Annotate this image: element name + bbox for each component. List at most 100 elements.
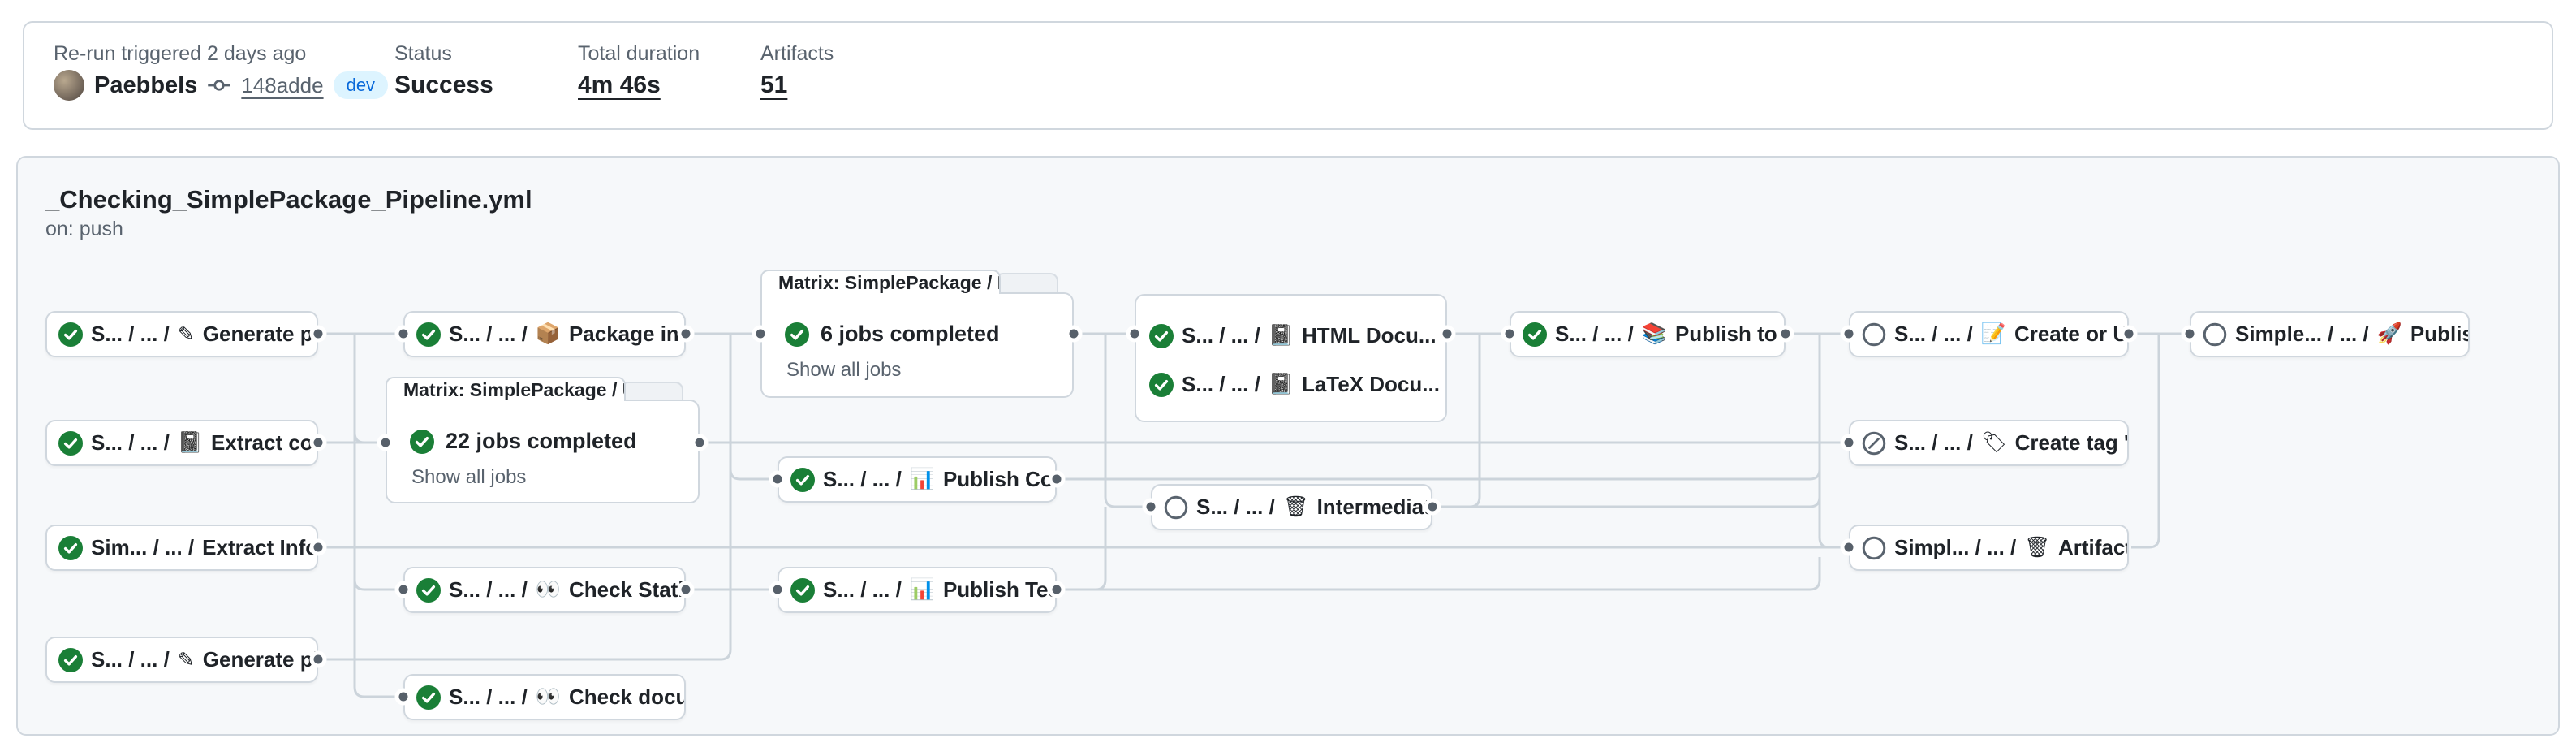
job-node-publish-test-results[interactable]: S... / ... / 📊 Publish Test Re... 14s [778, 567, 1057, 613]
job-node-check-documentation[interactable]: S... / ... / 👀 Check docume... 11s [403, 674, 686, 720]
notebook-icon: 📓 [1269, 373, 1294, 396]
package-icon: 📦 [536, 322, 561, 346]
job-node-package-source[interactable]: S... / ... / 📦 Package in Sou... 18s [403, 311, 686, 357]
job-prefix: Simple... / ... / [2235, 322, 2369, 347]
job-label: Artifact Cleanup [2058, 535, 2129, 560]
success-icon [790, 468, 815, 492]
job-prefix: S... / ... / [449, 322, 528, 347]
job-label: Publish Test Re... [943, 577, 1057, 603]
show-all-jobs-link[interactable]: Show all jobs [786, 359, 901, 382]
job-node-latex-documentation[interactable]: S... / ... / 📓 LaTeX Docu... 1m 18s [1136, 361, 1445, 408]
job-label: HTML Docu... [1302, 323, 1437, 348]
job-prefix: S... / ... / [1894, 430, 1973, 456]
job-node-extract-information[interactable]: Sim... / ... / Extract Information 4s [45, 525, 318, 571]
matrix-stack-ghost [995, 273, 1058, 294]
artifacts-label: Artifacts [760, 42, 834, 66]
commit-link[interactable]: 148adde [241, 73, 323, 98]
success-icon [1149, 324, 1174, 348]
actor-name[interactable]: Paebbels [94, 72, 197, 99]
job-node-generate-pipeline-1[interactable]: S... / ... / ✎ Generate pipelin... 3s [45, 311, 318, 357]
job-prefix: S... / ... / [823, 577, 902, 603]
success-icon [416, 685, 441, 710]
job-label: Publish Code C... [943, 467, 1057, 492]
success-icon [416, 578, 441, 603]
job-label: Create tag '${{ in... [2015, 430, 2129, 456]
job-prefix: S... / ... / [91, 430, 170, 456]
job-node-publish-gh-pages[interactable]: S... / ... / 📚 Publish to GH-P... 7s [1510, 311, 1786, 357]
success-icon [58, 322, 83, 347]
job-prefix: S... / ... / [449, 685, 528, 710]
bar-chart-icon: 📊 [910, 578, 935, 602]
actions-run-page: Re-run triggered 2 days ago Paebbels 148… [0, 0, 2576, 743]
matrix-tab-unittest[interactable]: Matrix: SimplePackage / UnitTest... [386, 377, 626, 401]
job-label: Publish to GH-P... [1675, 322, 1786, 347]
books-icon: 📚 [1642, 322, 1667, 346]
pending-icon [1862, 322, 1886, 347]
branch-badge[interactable]: dev [334, 71, 388, 99]
matrix-summary-text: 6 jobs completed [821, 322, 1000, 347]
trash-icon: 🗑 [1283, 495, 1309, 519]
job-prefix: S... / ... / [1894, 322, 1973, 347]
rerun-label: Re-run triggered 2 days ago [54, 42, 306, 66]
artifacts-count[interactable]: 51 [760, 71, 787, 99]
eyes-icon: 👀 [536, 685, 561, 709]
job-label: Package in Sou... [569, 322, 686, 347]
success-icon [58, 536, 83, 560]
duration-value[interactable]: 4m 46s [578, 71, 661, 99]
notebook-icon: 📓 [178, 431, 203, 455]
job-node-html-documentation[interactable]: S... / ... / 📓 HTML Docu... 1m 46s [1136, 313, 1445, 359]
notebook-icon: 📓 [1269, 324, 1294, 348]
pending-icon [1862, 536, 1886, 560]
job-label: Generate pipelin... [203, 647, 318, 672]
job-node-create-tag[interactable]: S... / ... / 🏷 Create tag '${{ in... 0s [1849, 420, 2129, 466]
status-value: Success [394, 71, 493, 99]
job-node-publish-to-pypi[interactable]: Simple... / ... / 🚀 Publish to PyPI [2190, 311, 2470, 357]
tag-icon: 🏷 [1981, 431, 2007, 455]
job-prefix: S... / ... / [1182, 372, 1260, 397]
job-node-extract-configuration[interactable]: S... / ... / 📓 Extract configur... 6s [45, 420, 318, 466]
pending-icon [2203, 322, 2227, 347]
job-prefix: S... / ... / [91, 647, 170, 672]
avatar[interactable] [54, 70, 84, 101]
workflow-title: _Checking_SimplePackage_Pipeline.yml [45, 185, 532, 214]
job-label: Extract configur... [211, 430, 318, 456]
job-prefix: S... / ... / [1182, 323, 1260, 348]
job-label: Intermediate Artifa... [1317, 495, 1432, 520]
memo-icon: 📝 [1981, 322, 2006, 346]
success-icon [58, 431, 83, 456]
job-label: Check Static Ty... [569, 577, 686, 603]
success-icon [1149, 373, 1174, 397]
run-summary-card: Re-run triggered 2 days ago Paebbels 148… [23, 21, 2553, 130]
job-label: Publish to PyPI [2410, 322, 2470, 347]
job-label: Check docume... [569, 685, 686, 710]
rocket-icon: 🚀 [2377, 322, 2402, 346]
status-label: Status [394, 42, 452, 66]
success-icon [416, 322, 441, 347]
show-all-jobs-link[interactable]: Show all jobs [411, 466, 526, 489]
job-prefix: Sim... / ... / [91, 535, 194, 560]
job-label: Create or Update R... [2014, 322, 2129, 347]
job-node-intermediate-artifacts[interactable]: S... / ... / 🗑 Intermediate Artifa... [1151, 484, 1432, 530]
job-node-publish-code-coverage[interactable]: S... / ... / 📊 Publish Code C... 22s [778, 456, 1057, 503]
eyes-icon: 👀 [536, 578, 561, 602]
skipped-icon [1862, 431, 1886, 456]
trash-icon: 🗑 [2024, 536, 2050, 559]
matrix-summary-text: 22 jobs completed [446, 429, 637, 454]
matrix-tab-install[interactable]: Matrix: SimplePackage / Install / ... [760, 270, 1001, 294]
job-node-check-static-types[interactable]: S... / ... / 👀 Check Static Ty... 14s [403, 567, 686, 613]
job-prefix: S... / ... / [449, 577, 528, 603]
bar-chart-icon: 📊 [910, 468, 935, 491]
job-label: Extract Information [202, 535, 318, 560]
job-prefix: S... / ... / [91, 322, 170, 347]
job-node-artifact-cleanup[interactable]: Simpl... / ... / 🗑 Artifact Cleanup [1849, 525, 2129, 571]
git-commit-icon [207, 73, 231, 97]
pen-icon: ✎ [178, 322, 195, 347]
pending-icon [1164, 495, 1188, 520]
job-prefix: S... / ... / [1555, 322, 1634, 347]
success-icon [1523, 322, 1547, 347]
job-node-generate-pipeline-2[interactable]: S... / ... / ✎ Generate pipelin... 4s [45, 637, 318, 683]
job-label: Generate pipelin... [203, 322, 318, 347]
job-node-create-or-update-release[interactable]: S... / ... / 📝 Create or Update R... [1849, 311, 2129, 357]
job-label: LaTeX Docu... [1302, 372, 1440, 397]
success-icon [785, 322, 809, 347]
